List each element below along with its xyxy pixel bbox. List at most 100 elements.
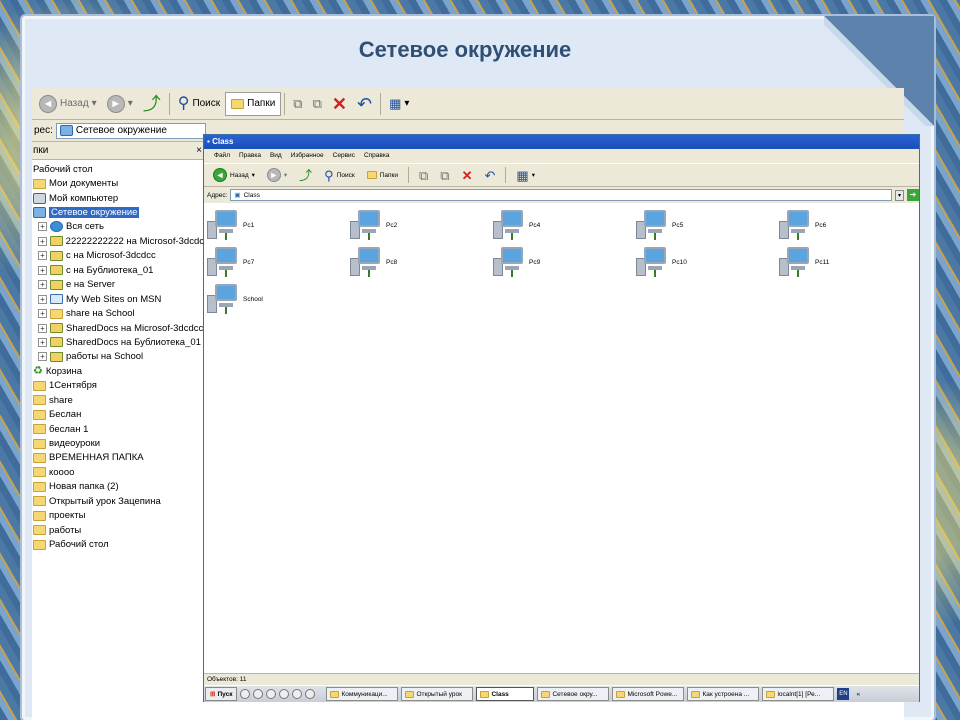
taskbar-button[interactable]: Class (476, 687, 535, 701)
language-indicator[interactable]: EN (837, 688, 850, 700)
copy-to-button[interactable]: ⧉ (308, 92, 327, 116)
tree-item[interactable]: + с на Бублиотека_01 (32, 263, 204, 277)
computer-label: Pc11 (815, 258, 830, 266)
computer-item[interactable]: School (207, 281, 277, 317)
views-button[interactable]: ▦ ▾ (511, 166, 540, 184)
computer-item[interactable]: Pc7 (207, 244, 277, 280)
tree-item[interactable]: ВРЕМЕННАЯ ПАПКА (32, 451, 204, 465)
tree-item[interactable]: Мой компьютер (32, 191, 204, 205)
tree-item[interactable]: работы (32, 523, 204, 537)
menu-item[interactable]: Файл (214, 149, 230, 163)
delete-button[interactable]: ✕ (457, 166, 478, 184)
computer-item[interactable]: Pc8 (350, 244, 420, 280)
computer-item[interactable]: Pc5 (636, 207, 706, 243)
undo-button[interactable]: ↶ (352, 92, 377, 116)
folders-button[interactable]: Папки (362, 166, 403, 184)
expand-icon[interactable]: + (38, 265, 47, 275)
tree-item[interactable]: Рабочий стол (32, 537, 204, 551)
tree-item[interactable]: 1Сентября (32, 379, 204, 393)
up-folder-button[interactable]: ⤴ (138, 92, 166, 116)
quick-launch-icon[interactable] (240, 689, 251, 699)
computer-item[interactable]: Pc9 (493, 244, 563, 280)
taskbar-button[interactable]: Открытый урок (401, 687, 474, 701)
tree-item[interactable]: + работы на School (32, 350, 204, 364)
undo-button[interactable]: ↶ (480, 166, 501, 184)
menu-item[interactable]: Вид (270, 149, 282, 163)
move-to-button[interactable]: ⧉ (288, 92, 307, 116)
back-button[interactable]: ◄ Назад ▾ (34, 92, 102, 116)
menu-item[interactable]: Сервис (333, 149, 355, 163)
tree-item[interactable]: + с на Microsof-3dcdcc (32, 249, 204, 263)
taskbar-button[interactable]: Сетевое окру... (537, 687, 610, 701)
expand-icon[interactable]: + (38, 352, 47, 362)
delete-button[interactable]: ✕ (327, 92, 352, 116)
tree-item[interactable]: Беслан (32, 407, 204, 421)
folder-icon (33, 481, 46, 492)
copy-to-button[interactable]: ⧉ (435, 166, 454, 184)
quick-launch-icon[interactable] (292, 689, 303, 699)
forward-button[interactable]: ► ▾ (262, 166, 292, 184)
chevron-down-icon[interactable]: ▾ (895, 189, 904, 201)
tree-item[interactable]: Новая папка (2) (32, 480, 204, 494)
tree-item[interactable]: share (32, 393, 204, 407)
menu-item[interactable]: Справка (364, 149, 390, 163)
computer-icon (350, 209, 384, 241)
tree-item[interactable]: +22222222222 на Microsof-3dcdc (32, 234, 204, 248)
computer-item[interactable]: Pc11 (779, 244, 849, 280)
expand-icon[interactable]: + (38, 337, 47, 347)
computer-label: School (243, 295, 263, 303)
computer-item[interactable]: Pc1 (207, 207, 277, 243)
up-folder-button[interactable]: ⤴ (294, 166, 317, 184)
expand-icon[interactable]: + (38, 309, 47, 319)
menu-item[interactable]: Избранное (291, 149, 324, 163)
quick-launch-icon[interactable] (266, 689, 277, 699)
tree-item[interactable]: + share на School (32, 306, 204, 320)
close-icon[interactable]: × (196, 142, 202, 160)
expand-icon[interactable]: + (38, 280, 47, 290)
taskbar-button[interactable]: Microsoft Powe... (612, 687, 685, 701)
computer-item[interactable]: Pc4 (493, 207, 563, 243)
address-field[interactable]: Сетевое окружение (55, 122, 206, 139)
expand-icon[interactable]: + (38, 294, 47, 304)
expand-icon[interactable]: + (38, 251, 47, 261)
tree-item[interactable]: проекты (32, 509, 204, 523)
views-button[interactable]: ▦ ▾ (384, 92, 414, 116)
tray-expand-icon[interactable]: « (856, 691, 860, 698)
expand-icon[interactable]: + (38, 323, 47, 333)
search-button[interactable]: ⚲ Поиск (319, 166, 360, 184)
tree-item[interactable]: + Вся сеть (32, 220, 204, 234)
tree-item[interactable]: + SharedDocs на Microsof-3dcdcc (32, 321, 204, 335)
quick-launch-icon[interactable] (253, 689, 264, 699)
search-button[interactable]: ⚲ Поиск (173, 92, 225, 116)
expand-icon[interactable]: + (38, 222, 47, 232)
tree-item[interactable]: ♻ Корзина (32, 364, 204, 378)
computer-item[interactable]: Pc6 (779, 207, 849, 243)
taskbar-button[interactable]: Коммуникаци... (326, 687, 399, 701)
tree-item[interactable]: беслан 1 (32, 422, 204, 436)
tree-item[interactable]: + SharedDocs на Бублиотека_01 (32, 335, 204, 349)
tree-item[interactable]: Открытый урок Зацепина (32, 494, 204, 508)
computer-item[interactable]: Pc2 (350, 207, 420, 243)
forward-button[interactable]: ► ▾ (102, 92, 138, 116)
start-button[interactable]: ⊞ Пуск (205, 687, 238, 701)
quick-launch-icon[interactable] (279, 689, 290, 699)
folders-button[interactable]: Папки (225, 91, 282, 116)
tree-item[interactable]: + My Web Sites on MSN (32, 292, 204, 306)
tree-item[interactable]: Сетевое окружение (32, 205, 204, 219)
quick-launch-icon[interactable] (305, 689, 316, 699)
tree-item[interactable]: коооо (32, 465, 204, 479)
tree-item[interactable]: Мои документы (32, 176, 204, 190)
menu-item[interactable]: Правка (239, 149, 261, 163)
move-to-button[interactable]: ⧉ (414, 166, 433, 184)
go-arrow-icon[interactable]: ➔ (907, 189, 919, 201)
expand-icon[interactable]: + (37, 236, 47, 246)
address-field[interactable]: ▣ Class (230, 189, 892, 201)
taskbar-button[interactable]: localnt[1] [Ре... (762, 687, 835, 701)
computer-item[interactable]: Pc10 (636, 244, 706, 280)
window-title-bar[interactable]: ▪ Class (204, 135, 919, 149)
taskbar-button[interactable]: Как устроена ... (687, 687, 760, 701)
back-button[interactable]: ◄ Назад ▾ (208, 166, 260, 184)
tree-item[interactable]: видеоуроки (32, 436, 204, 450)
tree-item[interactable]: Рабочий стол (32, 162, 204, 176)
tree-item[interactable]: + е на Server (32, 278, 204, 292)
